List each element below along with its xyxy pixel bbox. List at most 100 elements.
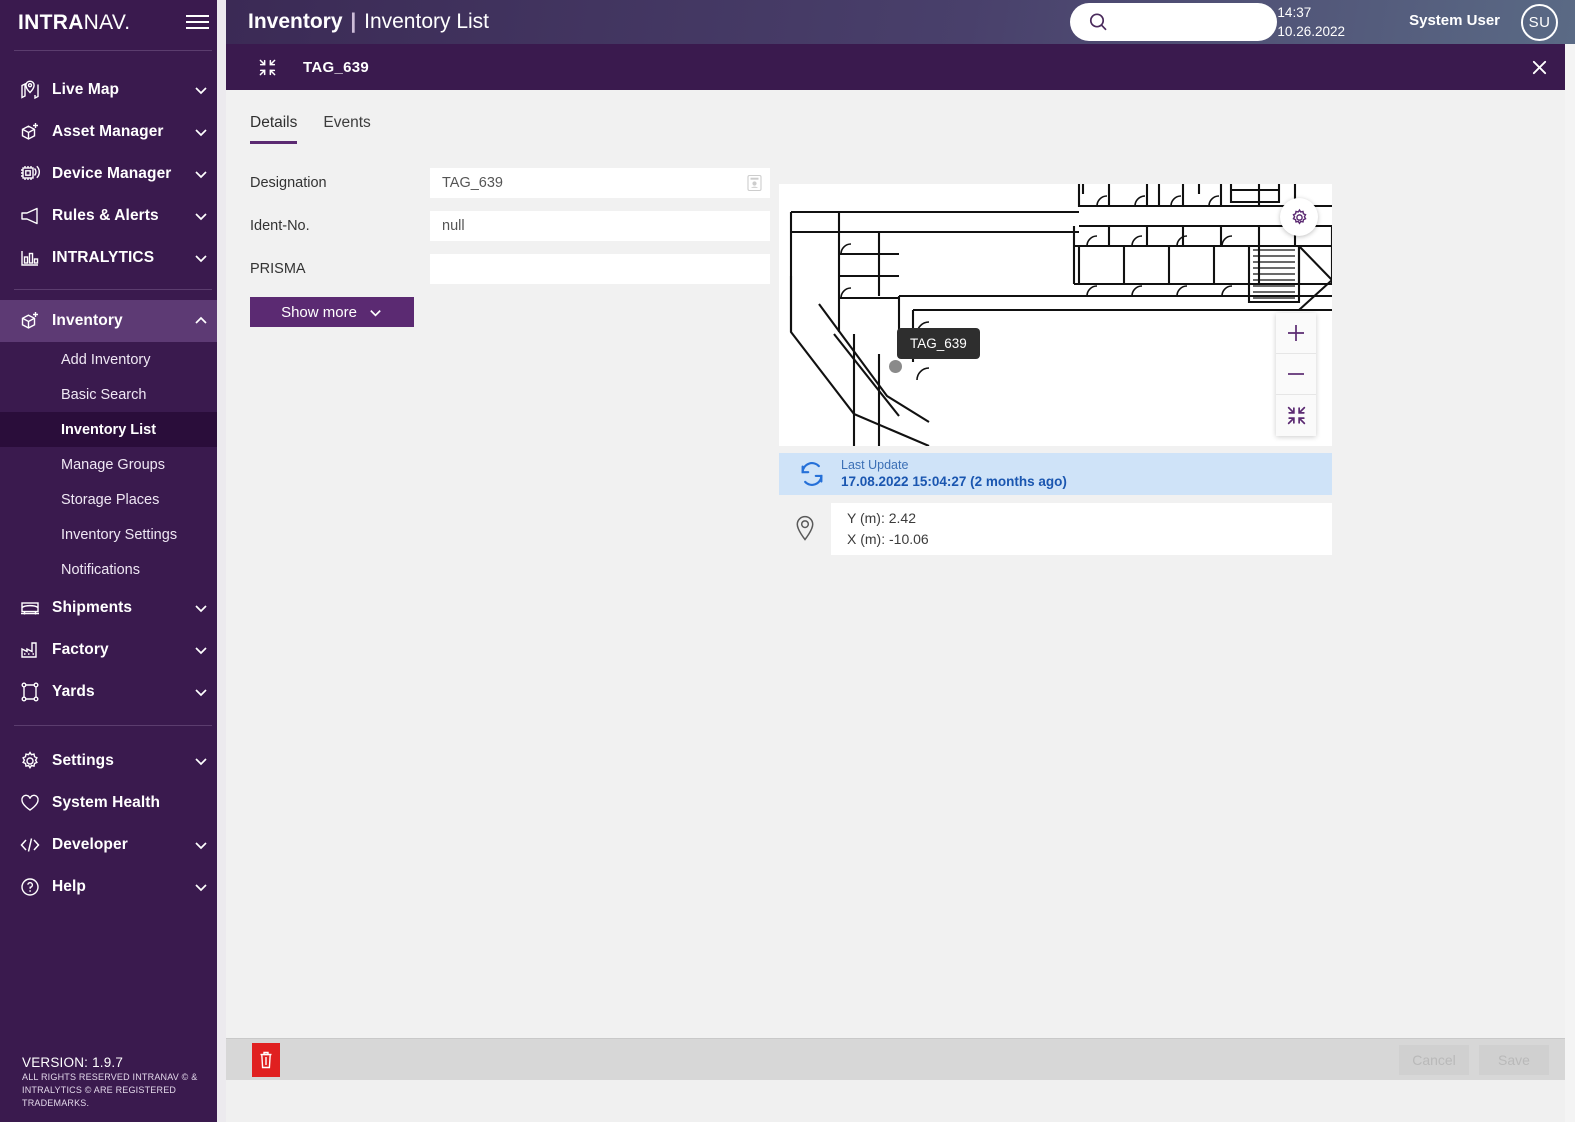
gear-icon [18, 749, 52, 773]
tag-position-marker[interactable] [889, 360, 902, 373]
top-header-bar: Inventory | Inventory List 14:37 10.26.2… [226, 0, 1575, 44]
prisma-input[interactable] [430, 254, 770, 284]
form-row-designation: Designation TAG_639 [250, 168, 770, 198]
designation-input[interactable]: TAG_639 [430, 168, 770, 198]
action-bar: Cancel Save [226, 1038, 1575, 1080]
sidebar-item-help[interactable]: Help [0, 866, 226, 908]
sidebar-item-label: Shipments [52, 599, 133, 616]
sidebar-subitem-basic-search[interactable]: Basic Search [0, 377, 226, 412]
chevron-down-icon[interactable] [192, 684, 210, 700]
sidebar-item-developer[interactable]: Developer [0, 824, 226, 866]
sidebar-subitem-label: Basic Search [61, 386, 147, 403]
chevron-down-icon[interactable] [192, 250, 210, 266]
sidebar-item-label: Live Map [52, 81, 120, 98]
user-name-label: System User [1409, 12, 1500, 29]
clock-date: 10.26.2022 [1277, 23, 1345, 39]
chevron-down-icon[interactable] [192, 166, 210, 182]
tab-events[interactable]: Events [323, 114, 370, 144]
search-input[interactable] [1070, 3, 1277, 41]
sidebar-item-factory[interactable]: Factory [0, 629, 226, 671]
sidebar-subitem-storage-places[interactable]: Storage Places [0, 482, 226, 517]
chevron-down-icon[interactable] [192, 208, 210, 224]
chevron-down-icon[interactable] [192, 837, 210, 853]
hamburger-icon[interactable] [185, 12, 210, 32]
page-title-secondary: Inventory List [364, 10, 490, 33]
logo-part-2: NAV [83, 10, 125, 34]
sidebar-item-shipments[interactable]: Shipments [0, 587, 226, 629]
chevron-up-icon[interactable] [192, 313, 210, 329]
sidebar-item-label: Asset Manager [52, 123, 164, 140]
truck-icon [18, 596, 52, 620]
fit-screen-icon[interactable] [1276, 395, 1316, 436]
sidebar-subitem-label: Storage Places [61, 491, 160, 508]
chevron-down-icon[interactable] [192, 642, 210, 658]
intranav-logo: INTRANAV. [18, 12, 130, 33]
version-label: VERSION: 1.9.7 [22, 1055, 124, 1070]
sidebar-item-label: Yards [52, 683, 95, 700]
sidebar: INTRANAV. Live Map Asset Manager Device … [0, 0, 226, 1122]
zoom-in-button[interactable] [1276, 313, 1316, 354]
sidebar-item-device-manager[interactable]: Device Manager [0, 153, 226, 195]
zoom-out-button[interactable] [1276, 354, 1316, 395]
chevron-down-icon[interactable] [192, 753, 210, 769]
last-update-value: 17.08.2022 15:04:27 (2 months ago) [841, 474, 1067, 490]
sidebar-item-asset-manager[interactable]: Asset Manager [0, 111, 226, 153]
sidebar-subitem-manage-groups[interactable]: Manage Groups [0, 447, 226, 482]
divider [14, 289, 212, 290]
chevron-down-icon[interactable] [192, 600, 210, 616]
detail-title: TAG_639 [303, 58, 370, 76]
chevron-down-icon[interactable] [192, 82, 210, 98]
save-button[interactable]: Save [1479, 1044, 1549, 1075]
sidebar-item-inventory[interactable]: Inventory [0, 300, 226, 342]
cancel-button[interactable]: Cancel [1399, 1044, 1469, 1075]
sidebar-item-system-health[interactable]: System Health [0, 782, 226, 824]
sidebar-subitem-inventory-settings[interactable]: Inventory Settings [0, 517, 226, 552]
sidebar-subitem-label: Inventory Settings [61, 526, 178, 543]
close-icon[interactable] [1530, 44, 1549, 90]
sidebar-subitem-inventory-list[interactable]: Inventory List [0, 412, 226, 447]
cube-plus-icon [18, 120, 52, 144]
sidebar-item-rules-alerts[interactable]: Rules & Alerts [0, 195, 226, 237]
sidebar-item-label: Factory [52, 641, 109, 658]
map-pin-icon [18, 78, 52, 102]
field-label: Designation [250, 175, 327, 191]
heart-icon [18, 791, 52, 815]
map-settings-button[interactable] [1280, 198, 1318, 236]
location-pin-icon [779, 514, 831, 544]
search-icon [1086, 10, 1110, 34]
detail-form: Designation TAG_639 Ident-No. null PRISM… [250, 168, 770, 327]
sidebar-item-settings[interactable]: Settings [0, 740, 226, 782]
show-more-button[interactable]: Show more [250, 297, 414, 327]
form-row-prisma: PRISMA [250, 254, 770, 284]
field-value: null [442, 218, 465, 234]
field-value: TAG_639 [442, 175, 503, 191]
chevron-down-icon[interactable] [192, 879, 210, 895]
tag-badge-icon[interactable] [747, 174, 762, 192]
floorplan-drawing [789, 184, 1332, 446]
factory-icon [18, 638, 52, 662]
collapse-arrows-icon[interactable] [258, 58, 277, 77]
avatar[interactable]: SU [1521, 4, 1558, 41]
page-title-separator: | [350, 10, 357, 33]
coordinate-x: X (m): -10.06 [847, 531, 929, 547]
form-row-ident-no: Ident-No. null [250, 211, 770, 241]
tab-details[interactable]: Details [250, 114, 298, 144]
sidebar-subitem-label: Add Inventory [61, 351, 151, 368]
sidebar-item-live-map[interactable]: Live Map [0, 69, 226, 111]
detail-header-bar: TAG_639 [226, 44, 1575, 90]
sidebar-subitem-label: Inventory List [61, 421, 157, 438]
sidebar-item-intralytics[interactable]: INTRALYTICS [0, 237, 226, 279]
sidebar-subitem-notifications[interactable]: Notifications [0, 552, 226, 587]
sidebar-item-yards[interactable]: Yards [0, 671, 226, 713]
ident-no-input[interactable]: null [430, 211, 770, 241]
delete-button[interactable] [252, 1042, 280, 1077]
device-signal-icon [18, 162, 52, 186]
chevron-down-icon[interactable] [192, 124, 210, 140]
content-scrollbar[interactable] [1565, 44, 1575, 1122]
sidebar-scrollbar[interactable] [217, 0, 226, 1122]
divider [14, 725, 212, 726]
map-panel[interactable]: TAG_639 [779, 184, 1332, 446]
cube-plus-icon [18, 309, 52, 333]
coordinates-row: Y (m): 2.42 X (m): -10.06 [779, 503, 1332, 555]
sidebar-subitem-add-inventory[interactable]: Add Inventory [0, 342, 226, 377]
